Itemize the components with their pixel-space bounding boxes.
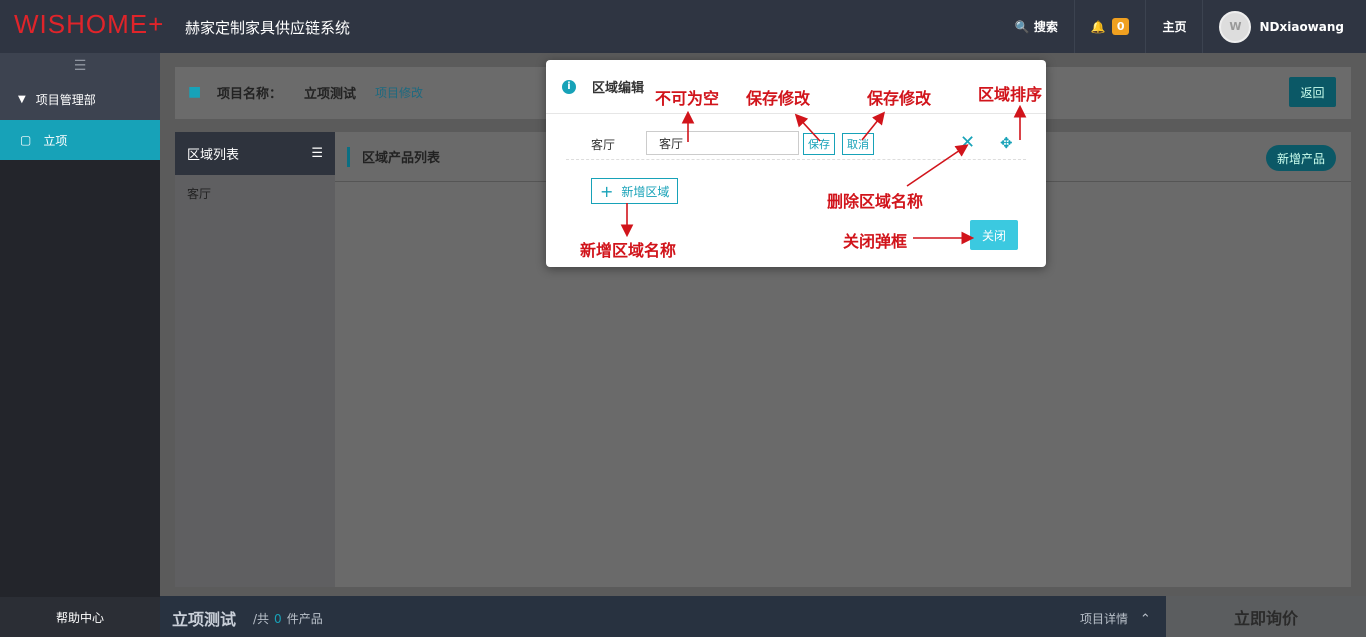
- bell-icon: 🔔: [1090, 19, 1106, 34]
- close-button[interactable]: 关闭: [970, 220, 1018, 250]
- add-product-button[interactable]: 新增产品: [1265, 145, 1336, 171]
- username: NDxiaowang: [1259, 19, 1344, 34]
- top-navbar: WISHOME+ 赫家定制家具供应链系统 🔍 搜索 🔔 0 主页 W NDxia…: [0, 0, 1366, 53]
- bottom-bar: 立项测试 /共 0 件产品 项目详情 ⌃ 立即询价: [160, 596, 1366, 637]
- annotation-sort-area: 区域排序: [978, 85, 1043, 104]
- chevron-up-icon: ⌃: [1139, 612, 1151, 627]
- list-item[interactable]: 客厅: [175, 175, 335, 212]
- add-area-button[interactable]: + 新增区域: [591, 178, 679, 204]
- user-menu[interactable]: W NDxiaowang: [1202, 0, 1366, 53]
- notification-button[interactable]: 🔔 0: [1073, 0, 1146, 53]
- bottom-project-name: 立项测试: [172, 610, 237, 629]
- sidebar-group-project-management[interactable]: ▼ 项目管理部: [0, 79, 160, 120]
- save-button[interactable]: 保存: [803, 133, 835, 155]
- search-button[interactable]: 🔍 搜索: [999, 0, 1074, 53]
- notification-badge: 0: [1111, 18, 1130, 35]
- add-area-label: 新增区域: [621, 184, 670, 199]
- back-button[interactable]: 返回: [1289, 77, 1336, 107]
- sidebar: ☰ ▼ 项目管理部 ▢ 立项 帮助中心: [0, 53, 160, 637]
- sidebar-group-label: 项目管理部: [35, 93, 96, 107]
- area-edit-row: 客厅 保存 取消 ✕ ✥: [566, 128, 1026, 160]
- search-label: 搜索: [1033, 20, 1058, 34]
- brand-logo[interactable]: WISHOME+: [14, 9, 164, 40]
- avatar: W: [1219, 10, 1252, 43]
- area-name-input[interactable]: [646, 131, 799, 155]
- annotation-not-empty: 不可为空: [655, 89, 720, 108]
- annotation-close-dialog: 关闭弹框: [843, 232, 908, 251]
- menu-toggle-icon[interactable]: ☰: [0, 53, 160, 79]
- folder-icon: ■: [188, 84, 202, 100]
- count-suffix: 件产品: [286, 612, 323, 626]
- annotation-save-edit-1: 保存修改: [746, 89, 811, 108]
- area-row-label: 客厅: [591, 138, 616, 152]
- product-list-title: 区域产品列表: [362, 151, 441, 166]
- sidebar-item-label: 立项: [43, 133, 68, 148]
- annotation-delete-area: 删除区域名称: [827, 192, 924, 211]
- project-detail-toggle[interactable]: 项目详情 ⌃: [1080, 610, 1151, 627]
- annotation-add-area: 新增区域名称: [580, 241, 677, 260]
- search-icon: 🔍: [1014, 19, 1030, 34]
- title-accent-bar: [347, 146, 350, 167]
- product-count: /共 0 件产品: [253, 610, 323, 627]
- caret-down-icon: ▼: [18, 94, 26, 105]
- move-icon[interactable]: ✥: [1000, 134, 1013, 152]
- area-list-panel: 区域列表 ☰ 客厅: [175, 132, 335, 587]
- app-title: 赫家定制家具供应链系统: [185, 19, 351, 37]
- project-edit-link[interactable]: 项目修改: [375, 84, 423, 101]
- home-link[interactable]: 主页: [1145, 0, 1202, 53]
- project-name-label: 项目名称：: [217, 87, 283, 102]
- top-right-menu: 🔍 搜索 🔔 0 主页 W NDxiaowang: [999, 0, 1366, 53]
- project-detail-label: 项目详情: [1080, 612, 1129, 626]
- list-menu-icon[interactable]: ☰: [311, 146, 323, 161]
- plus-icon: +: [600, 181, 614, 201]
- count-value: 0: [274, 612, 282, 626]
- dialog-title: 区域编辑: [592, 81, 645, 96]
- area-list-header: 区域列表 ☰: [175, 132, 335, 175]
- inquiry-button[interactable]: 立即询价: [1166, 596, 1366, 637]
- count-prefix: /共: [253, 612, 270, 626]
- calendar-icon: ▢: [20, 133, 32, 147]
- help-center-link[interactable]: 帮助中心: [0, 597, 160, 637]
- annotation-save-edit-2: 保存修改: [867, 89, 932, 108]
- cancel-button[interactable]: 取消: [842, 133, 874, 155]
- area-list-title: 区域列表: [187, 148, 240, 163]
- delete-icon[interactable]: ✕: [960, 132, 975, 153]
- sidebar-item-project-setup[interactable]: ▢ 立项: [0, 120, 160, 160]
- project-name-value: 立项测试: [304, 87, 357, 102]
- info-icon: i: [562, 79, 576, 94]
